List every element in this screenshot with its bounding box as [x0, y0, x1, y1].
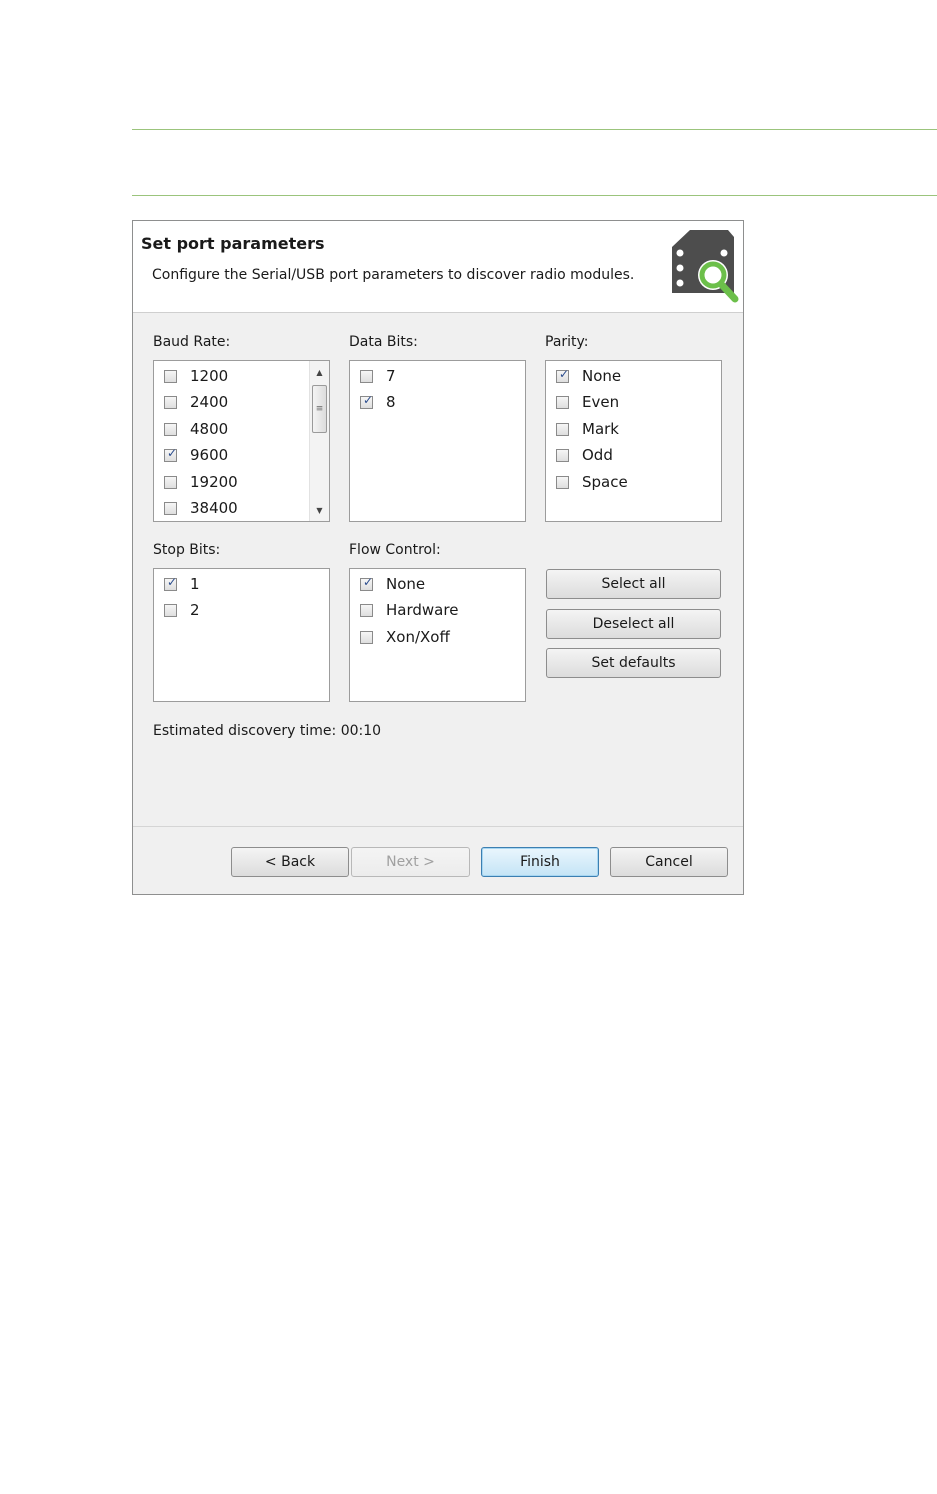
stop-bits-list[interactable]: ✓ 1 ✓ 2 — [153, 568, 330, 702]
checkmark-icon: ✓ — [559, 366, 570, 381]
checkmark-icon: ✓ — [167, 574, 178, 589]
select-all-button[interactable]: Select all — [546, 569, 721, 599]
option-label: Space — [582, 473, 628, 491]
option-label: Even — [582, 393, 620, 411]
option-label: 9600 — [190, 446, 229, 464]
back-button[interactable]: < Back — [231, 847, 349, 877]
option-label: 2 — [190, 601, 200, 619]
stop-bits-option[interactable]: ✓ 2 — [164, 599, 200, 621]
baud-rate-list[interactable]: ✓ 1200 ✓ 2400 ✓ 4800 ✓ 9600 ✓ 19200 ✓ 38… — [153, 360, 330, 522]
flow-control-option[interactable]: ✓ Xon/Xoff — [360, 626, 450, 648]
checkbox[interactable]: ✓ — [360, 630, 373, 644]
top-divider — [132, 129, 937, 130]
parity-option[interactable]: ✓ Odd — [556, 444, 613, 466]
parity-option[interactable]: ✓ Even — [556, 391, 619, 413]
parity-option[interactable]: ✓ Mark — [556, 418, 619, 440]
flow-control-option[interactable]: ✓ None — [360, 573, 425, 595]
checkmark-icon: ✓ — [363, 574, 374, 589]
cancel-button[interactable]: Cancel — [610, 847, 728, 877]
finish-button[interactable]: Finish — [481, 847, 599, 877]
parity-option[interactable]: ✓ Space — [556, 471, 628, 493]
stop-bits-label: Stop Bits: — [153, 542, 221, 558]
baud-rate-option[interactable]: ✓ 38400 — [164, 497, 238, 519]
baud-rate-option[interactable]: ✓ 2400 — [164, 391, 228, 413]
checkbox[interactable]: ✓ — [164, 603, 177, 617]
footer-divider — [133, 826, 743, 827]
triangle-up-icon[interactable]: ▲ — [310, 364, 329, 380]
radio-module-search-icon — [672, 230, 739, 303]
option-label: 38400 — [190, 499, 238, 517]
option-label: Mark — [582, 420, 619, 438]
data-bits-option[interactable]: ✓ 7 — [360, 365, 396, 387]
checkbox[interactable]: ✓ — [360, 369, 373, 383]
parity-list[interactable]: ✓ None ✓ Even ✓ Mark ✓ Odd ✓ Space — [545, 360, 722, 522]
option-label: Xon/Xoff — [386, 628, 450, 646]
parity-option[interactable]: ✓ None — [556, 365, 621, 387]
option-label: 2400 — [190, 393, 229, 411]
scroll-thumb[interactable]: ≡ — [312, 385, 327, 433]
port-parameters-dialog: Set port parameters Configure the Serial… — [132, 220, 744, 895]
baud-rate-scrollbar[interactable]: ▲ ≡ ▼ — [309, 361, 329, 521]
option-label: None — [386, 575, 426, 593]
baud-rate-option[interactable]: ✓ 19200 — [164, 471, 238, 493]
dialog-header: Set port parameters Configure the Serial… — [133, 221, 743, 313]
flow-control-option[interactable]: ✓ Hardware — [360, 599, 458, 621]
stop-bits-option[interactable]: ✓ 1 — [164, 573, 200, 595]
checkbox[interactable]: ✓ — [556, 395, 569, 409]
baud-rate-label: Baud Rate: — [153, 334, 231, 350]
checkmark-icon: ✓ — [167, 445, 178, 460]
option-label: 1 — [190, 575, 200, 593]
checkbox[interactable]: ✓ — [164, 422, 177, 436]
data-bits-option[interactable]: ✓ 8 — [360, 391, 396, 413]
checkbox[interactable]: ✓ — [556, 366, 570, 383]
baud-rate-option[interactable]: ✓ 4800 — [164, 418, 228, 440]
option-label: 7 — [386, 367, 396, 385]
checkbox[interactable]: ✓ — [556, 422, 569, 436]
checkbox[interactable]: ✓ — [164, 574, 178, 591]
checkbox[interactable]: ✓ — [164, 369, 177, 383]
option-label: None — [582, 367, 622, 385]
next-button[interactable]: Next > — [351, 847, 470, 877]
set-defaults-button[interactable]: Set defaults — [546, 648, 721, 678]
triangle-down-icon[interactable]: ▼ — [310, 502, 329, 518]
flow-control-list[interactable]: ✓ None ✓ Hardware ✓ Xon/Xoff — [349, 568, 526, 702]
option-label: 1200 — [190, 367, 229, 385]
flow-control-label: Flow Control: — [349, 542, 441, 558]
option-label: 8 — [386, 393, 396, 411]
baud-rate-option[interactable]: ✓ 1200 — [164, 365, 228, 387]
dialog-description: Configure the Serial/USB port parameters… — [152, 267, 635, 283]
checkbox[interactable]: ✓ — [164, 445, 178, 462]
option-label: 4800 — [190, 420, 229, 438]
option-label: Odd — [582, 446, 613, 464]
checkbox[interactable]: ✓ — [164, 501, 177, 515]
checkbox[interactable]: ✓ — [556, 475, 569, 489]
deselect-all-button[interactable]: Deselect all — [546, 609, 721, 639]
checkmark-icon: ✓ — [363, 392, 374, 407]
option-label: 19200 — [190, 473, 238, 491]
checkbox[interactable]: ✓ — [360, 392, 374, 409]
checkbox[interactable]: ✓ — [556, 448, 569, 462]
bottom-divider — [132, 195, 937, 196]
baud-rate-option[interactable]: ✓ 9600 — [164, 444, 228, 466]
dialog-title: Set port parameters — [141, 234, 325, 253]
checkbox[interactable]: ✓ — [360, 603, 373, 617]
data-bits-label: Data Bits: — [349, 334, 418, 350]
checkbox[interactable]: ✓ — [360, 574, 374, 591]
data-bits-list[interactable]: ✓ 7 ✓ 8 — [349, 360, 526, 522]
option-label: Hardware — [386, 601, 459, 619]
checkbox[interactable]: ✓ — [164, 475, 177, 489]
estimated-discovery-time: Estimated discovery time: 00:10 — [153, 723, 382, 739]
checkbox[interactable]: ✓ — [164, 395, 177, 409]
parity-label: Parity: — [545, 334, 589, 350]
